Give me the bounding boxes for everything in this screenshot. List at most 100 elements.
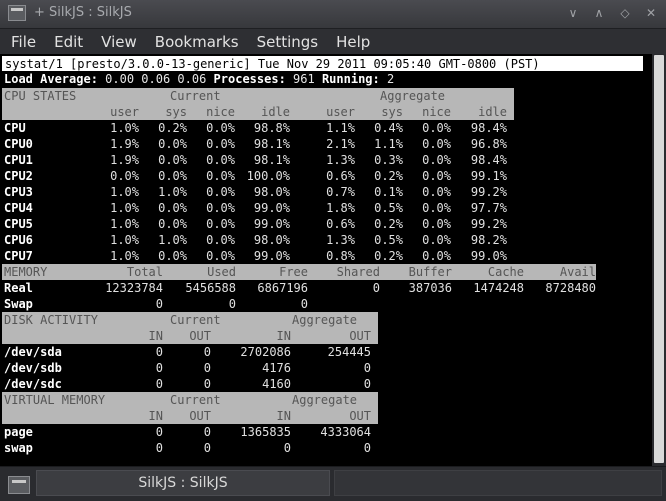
terminal-screen[interactable]: systat/1 [presto/3.0.0-13-generic] Tue N…	[0, 54, 652, 466]
disk-value: 0	[363, 361, 371, 375]
virtual-memory-row-label: page	[4, 425, 33, 439]
status-line: systat/1 [presto/3.0.0-13-generic] Tue N…	[2, 56, 643, 71]
cpu-row-label: CPU0	[4, 137, 33, 151]
cpu-row-label: CPU7	[4, 249, 33, 263]
cpu-col-header: idle	[478, 105, 507, 119]
terminal-icon	[8, 5, 26, 21]
load-label: Load Average:	[4, 72, 98, 86]
cpu-section-title: CPU STATES	[4, 89, 77, 103]
running-label: Running:	[321, 72, 380, 86]
cpu-current-label: Current	[170, 89, 221, 103]
cpu-value: 98.1%	[253, 137, 290, 151]
scrollbar-thumb[interactable]	[654, 55, 664, 463]
disk-row-label: /dev/sda	[4, 345, 62, 359]
virtual-memory-value: 1365835	[240, 425, 291, 439]
cpu-row-label: CPU	[4, 121, 26, 135]
cpu-row-label: CPU6	[4, 233, 33, 247]
disk-col-header: OUT	[189, 329, 211, 343]
terminal-icon[interactable]	[8, 476, 30, 494]
cpu-value: 98.1%	[253, 153, 290, 167]
disk-value: 254445	[327, 345, 371, 359]
memory-col-header: Total	[126, 265, 163, 279]
cpu-col-header: nice	[422, 105, 451, 119]
disk-value: 0	[363, 377, 371, 391]
menu-view[interactable]: View	[92, 33, 146, 51]
memory-row-label: Swap	[4, 297, 33, 311]
taskbar-window-button[interactable]: SilkJS : SilkJS	[36, 470, 330, 496]
virtual-memory-section-title: VIRTUAL MEMORY	[4, 393, 106, 407]
cpu-row-label: CPU4	[4, 201, 33, 215]
cpu-value: 0.0%	[422, 169, 451, 183]
load-line: Load Average: 0.00 0.06 0.06 Processes: …	[4, 71, 394, 87]
cpu-value: 0.0%	[206, 137, 235, 151]
memory-value: 0	[228, 297, 236, 311]
memory-col-header: Used	[207, 265, 236, 279]
processes-value: 961	[293, 72, 315, 86]
menu-file[interactable]: File	[0, 33, 45, 51]
cpu-value: 0.0%	[422, 121, 451, 135]
cpu-value: 0.0%	[422, 137, 451, 151]
cpu-value: 99.0%	[253, 249, 290, 263]
memory-value: 5456588	[185, 281, 236, 295]
cpu-value: 0.0%	[422, 153, 451, 167]
cpu-value: 0.0%	[206, 169, 235, 183]
memory-col-header: Avail	[559, 265, 596, 279]
disk-value: 4160	[262, 377, 291, 391]
scrollbar[interactable]	[652, 54, 666, 466]
taskbar: SilkJS : SilkJS	[0, 466, 666, 501]
menu-edit[interactable]: Edit	[45, 33, 92, 51]
cpu-value: 0.0%	[206, 185, 235, 199]
virtual-memory-col-header: OUT	[349, 409, 371, 423]
minimize-icon[interactable]: ∧	[592, 4, 606, 22]
processes-label: Processes:	[213, 72, 286, 86]
virtual-memory-aggregate-label: Aggregate	[292, 393, 358, 407]
cpu-value: 0.0%	[422, 233, 451, 247]
cpu-value: 0.0%	[206, 249, 235, 263]
memory-col-header: Cache	[487, 265, 524, 279]
memory-value: 8728480	[545, 281, 596, 295]
cpu-value: 0.0%	[422, 217, 451, 231]
cpu-value: 0.0%	[206, 121, 235, 135]
cpu-value: 0.0%	[206, 233, 235, 247]
cpu-value: 99.2%	[470, 185, 507, 199]
shade-icon[interactable]: ∨	[566, 4, 580, 22]
memory-row-label: Real	[4, 281, 33, 295]
cpu-value: 99.0%	[470, 249, 507, 263]
cpu-value: 98.8%	[253, 121, 290, 135]
memory-value: 12323784	[105, 281, 163, 295]
cpu-value: 0.0%	[422, 249, 451, 263]
memory-value: 1474248	[473, 281, 524, 295]
disk-col-header: OUT	[349, 329, 371, 343]
disk-value: 2702086	[240, 345, 291, 359]
memory-value: 6867196	[257, 281, 308, 295]
virtual-memory-col-header: IN	[276, 409, 291, 423]
memory-value: 387036	[408, 281, 452, 295]
cpu-row-label: CPU2	[4, 169, 33, 183]
cpu-row-label: CPU3	[4, 185, 33, 199]
memory-value: 0	[372, 281, 380, 295]
disk-section-title: DISK ACTIVITY	[4, 313, 98, 327]
menu-bookmarks[interactable]: Bookmarks	[146, 33, 248, 51]
cpu-value: 0.0%	[422, 185, 451, 199]
running-value: 2	[386, 72, 395, 86]
maximize-icon[interactable]: ◇	[618, 4, 632, 22]
menu-settings[interactable]: Settings	[248, 33, 328, 51]
window-controls: ∨ ∧ ◇ ✕	[566, 4, 658, 22]
close-icon[interactable]: ✕	[644, 4, 658, 22]
cpu-value: 98.4%	[470, 121, 507, 135]
menu-help[interactable]: Help	[327, 33, 379, 51]
disk-row-label: /dev/sdb	[4, 361, 62, 375]
cpu-aggregate-label: Aggregate	[380, 89, 446, 103]
memory-col-header: Free	[279, 265, 308, 279]
virtual-memory-value: 0	[203, 441, 211, 455]
cpu-col-header: idle	[261, 105, 290, 119]
virtual-memory-col-header: OUT	[189, 409, 211, 423]
cpu-value: 99.0%	[253, 201, 290, 215]
taskbar-empty-area	[334, 470, 662, 496]
memory-section-title: MEMORY	[4, 265, 48, 279]
menu-bar: File Edit View Bookmarks Settings Help	[0, 29, 666, 55]
window-titlebar[interactable]: + SilkJS : SilkJS ∨ ∧ ◇ ✕	[0, 0, 666, 29]
cpu-value: 96.8%	[470, 137, 507, 151]
cpu-value: 100.0%	[246, 169, 290, 183]
disk-value: 0	[203, 377, 211, 391]
